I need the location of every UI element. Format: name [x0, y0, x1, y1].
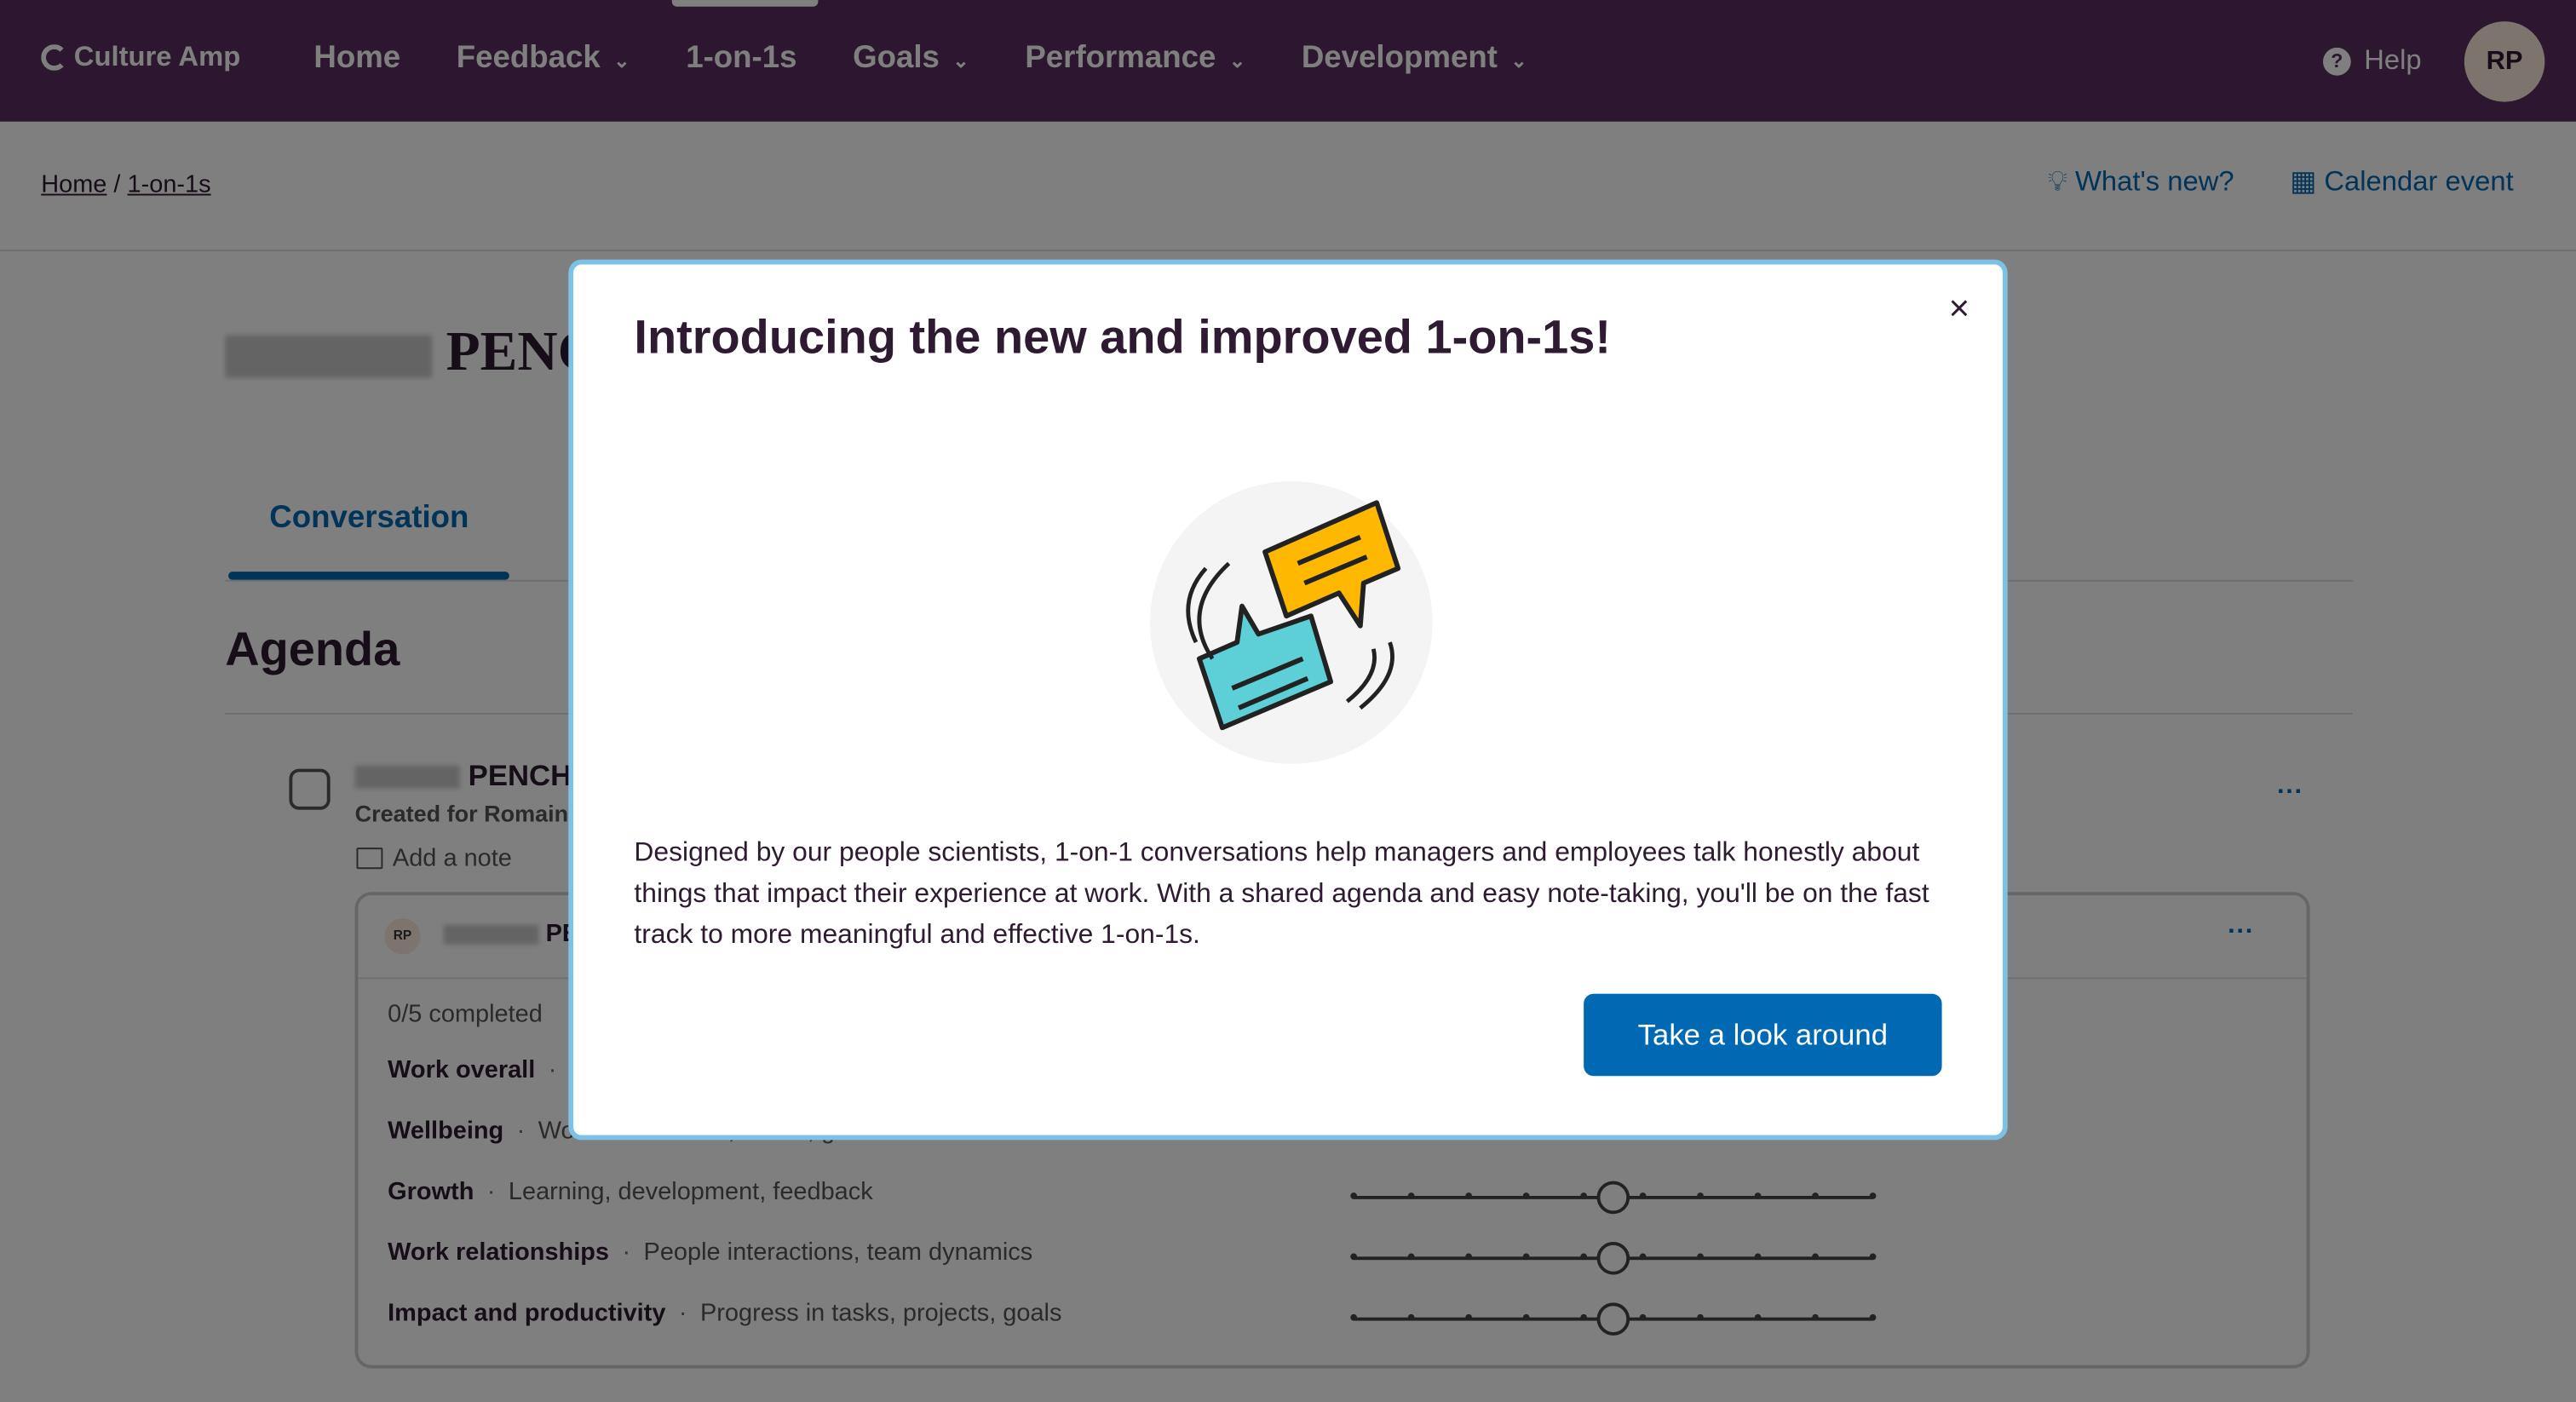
take-a-look-around-button[interactable]: Take a look around: [1584, 993, 1942, 1077]
chat-bubbles-illustration: [1149, 481, 1433, 764]
intro-modal: Introducing the new and improved 1-on-1s…: [568, 259, 2008, 1141]
modal-body: Designed by our people scientists, 1-on-…: [634, 837, 1929, 950]
modal-title: Introducing the new and improved 1-on-1s…: [634, 312, 1612, 365]
close-icon[interactable]: ×: [1949, 287, 1970, 330]
